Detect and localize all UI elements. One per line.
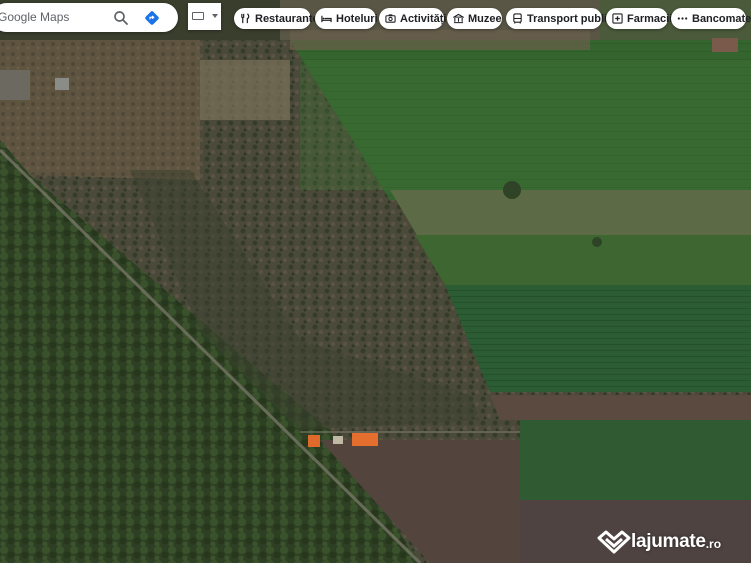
- search-icon[interactable]: [112, 9, 130, 27]
- chip-transport-public[interactable]: Transport public: [506, 8, 613, 29]
- chip-restaurante[interactable]: Restaurante: [234, 8, 319, 29]
- watermark-text: lajumate: [631, 531, 706, 552]
- chevron-down-icon: [212, 14, 218, 18]
- keyboard-icon: [192, 12, 204, 20]
- watermark-suffix: .ro: [705, 537, 722, 551]
- input-tools-button[interactable]: [188, 3, 221, 30]
- atm-icon: [677, 17, 688, 20]
- heart-logo-icon: [597, 530, 631, 554]
- fork-knife-icon: [241, 13, 250, 24]
- pharmacy-icon: [612, 13, 623, 24]
- search-box[interactable]: Google Maps: [0, 3, 178, 32]
- directions-icon[interactable]: [144, 10, 160, 26]
- bus-icon: [513, 13, 522, 24]
- lajumate-logo: lajumate .ro: [597, 530, 721, 554]
- chip-farmacii[interactable]: Farmacii: [606, 8, 672, 29]
- satellite-map[interactable]: [0, 0, 751, 563]
- camera-icon: [385, 14, 396, 23]
- chip-bancomate[interactable]: Bancomate: [671, 8, 751, 29]
- search-input[interactable]: Google Maps: [0, 10, 69, 24]
- bed-icon: [321, 15, 332, 23]
- chip-activitati[interactable]: Activități: [379, 8, 446, 29]
- museum-icon: [453, 13, 464, 24]
- chip-muzee[interactable]: Muzee: [447, 8, 502, 29]
- chip-hoteluri[interactable]: Hoteluri: [315, 8, 378, 29]
